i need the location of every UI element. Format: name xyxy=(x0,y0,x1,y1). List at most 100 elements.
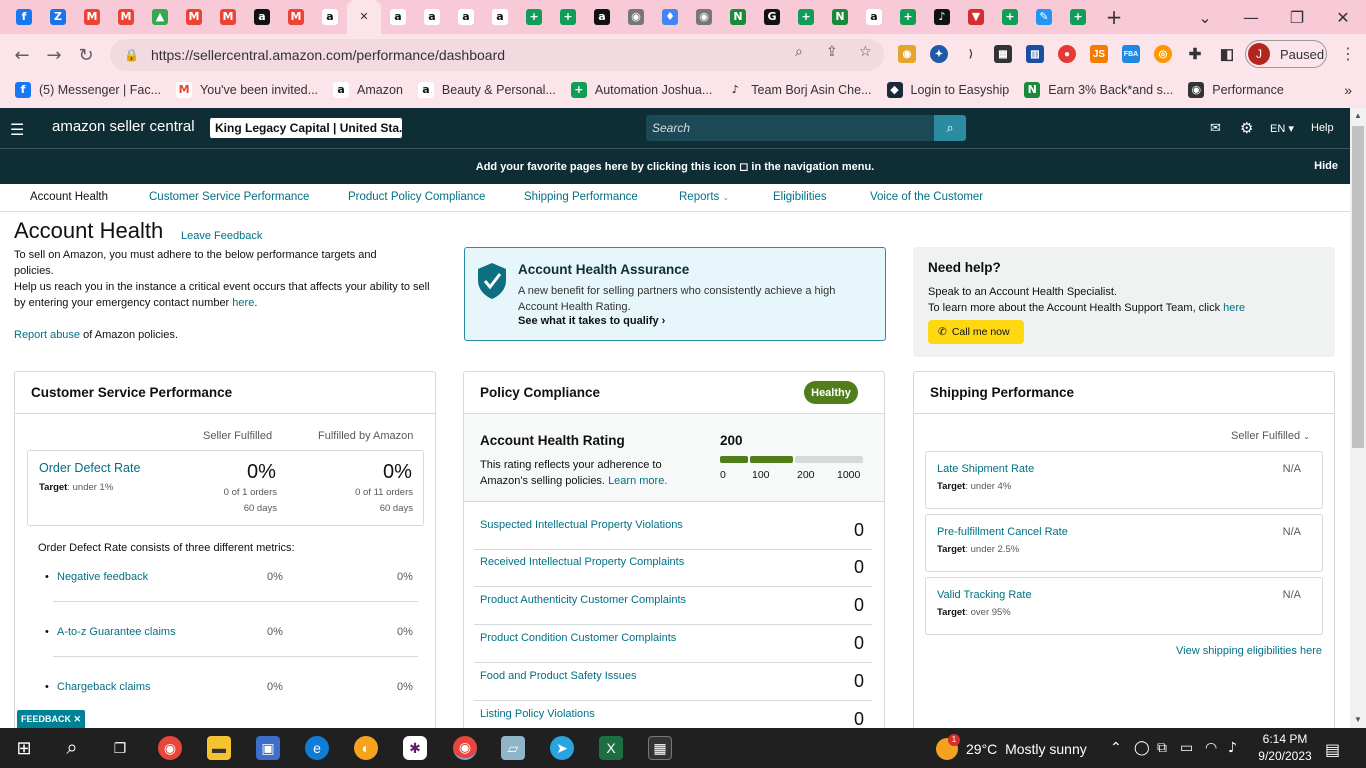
chrome-icon[interactable]: ◉ xyxy=(158,736,182,760)
zoom-icon[interactable]: ⌕ xyxy=(795,44,803,60)
browser-tab[interactable]: a xyxy=(415,0,449,34)
help-here-link[interactable]: here xyxy=(1223,302,1245,314)
leave-feedback-link[interactable]: Leave Feedback xyxy=(181,230,262,242)
feedback-tab[interactable]: FEEDBACK ✕ xyxy=(17,710,85,728)
browser-tab[interactable]: ◉ xyxy=(687,0,721,34)
shipping-metric-link[interactable]: Valid Tracking Rate xyxy=(937,589,1032,601)
page-scrollbar[interactable]: ▲ ▼ xyxy=(1350,108,1366,728)
extension-icon[interactable]: ● xyxy=(1058,45,1076,63)
chrome-profile-icon[interactable]: ◉ xyxy=(453,736,477,760)
call-me-now-button[interactable]: ✆ Call me now xyxy=(928,320,1024,344)
side-panel-icon[interactable]: ◧ xyxy=(1218,45,1236,63)
taskbar-clock[interactable]: 6:14 PM 9/20/2023 xyxy=(1255,731,1315,765)
tray-icon[interactable]: ⧉ xyxy=(1157,740,1167,756)
report-abuse-link[interactable]: Report abuse xyxy=(14,329,80,341)
bookmark-item[interactable]: M You've been invited... xyxy=(176,82,318,98)
extension-icon[interactable]: JS xyxy=(1090,45,1108,63)
address-bar[interactable]: 🔒 https://sellercentral.amazon.com/perfo… xyxy=(110,39,884,71)
extension-icon[interactable]: ▦ xyxy=(994,45,1012,63)
store-selector[interactable]: King Legacy Capital | United Sta... xyxy=(210,118,402,138)
task-view-icon[interactable]: ❐ xyxy=(108,736,132,760)
browser-tab[interactable]: a xyxy=(313,0,347,34)
vpn-icon[interactable]: ◐ xyxy=(354,736,378,760)
browser-tab[interactable]: ✕ xyxy=(347,0,381,34)
metric-atoz-link[interactable]: A-to-z Guarantee claims xyxy=(45,626,176,638)
subnav-customer-service[interactable]: Customer Service Performance xyxy=(149,191,309,203)
scroll-up-icon[interactable]: ▲ xyxy=(1350,108,1366,124)
bookmark-star-icon[interactable]: ☆ xyxy=(859,44,872,60)
weather-widget[interactable]: 1 29°C Mostly sunny xyxy=(936,734,1087,760)
browser-tab[interactable]: G xyxy=(755,0,789,34)
minimize-button[interactable]: — xyxy=(1228,0,1274,34)
aha-qualify-link[interactable]: See what it takes to qualify › xyxy=(518,315,665,327)
puzzle-icon[interactable]: ✚ xyxy=(1186,45,1204,63)
help-link[interactable]: Help xyxy=(1311,122,1334,134)
bookmark-item[interactable]: a Beauty & Personal... xyxy=(417,82,556,98)
browser-tab[interactable]: a xyxy=(245,0,279,34)
learn-more-link[interactable]: Learn more. xyxy=(608,475,667,487)
subnav-voice-of-customer[interactable]: Voice of the Customer xyxy=(870,191,983,203)
excel-icon[interactable]: X xyxy=(599,736,623,760)
browser-tab[interactable]: N xyxy=(721,0,755,34)
view-shipping-eligibilities-link[interactable]: View shipping eligibilities here xyxy=(1176,645,1322,657)
browser-tab[interactable]: N xyxy=(823,0,857,34)
search-input[interactable]: Search xyxy=(646,115,934,141)
gear-icon[interactable]: ⚙ xyxy=(1240,119,1253,137)
browser-tab[interactable]: M xyxy=(75,0,109,34)
browser-tab[interactable]: + xyxy=(1061,0,1095,34)
browser-tab[interactable]: a xyxy=(449,0,483,34)
extension-icon[interactable]: ✦ xyxy=(930,45,948,63)
tray-icon[interactable]: ◯ xyxy=(1134,740,1150,756)
shipping-metric-link[interactable]: Late Shipment Rate xyxy=(937,463,1034,475)
emergency-contact-link[interactable]: here xyxy=(232,297,254,309)
shipping-metric-link[interactable]: Pre-fulfillment Cancel Rate xyxy=(937,526,1068,538)
forward-button[interactable]: → xyxy=(38,39,70,71)
bookmark-item[interactable]: ◉ Performance xyxy=(1188,82,1284,98)
extension-icon[interactable]: ▥ xyxy=(1026,45,1044,63)
new-tab-button[interactable]: + xyxy=(1095,0,1133,34)
policy-row-link[interactable]: Listing Policy Violations xyxy=(480,708,595,720)
browser-tab[interactable]: ✎ xyxy=(1027,0,1061,34)
chevron-up-icon[interactable]: ⌃ xyxy=(1110,740,1122,756)
bookmark-item[interactable]: + Automation Joshua... xyxy=(570,82,712,98)
close-window-button[interactable]: ✕ xyxy=(1320,0,1366,34)
notifications-icon[interactable]: ▤ xyxy=(1325,740,1340,759)
browser-tab[interactable]: ♦ xyxy=(653,0,687,34)
scroll-down-icon[interactable]: ▼ xyxy=(1350,712,1366,728)
browser-tab[interactable]: + xyxy=(789,0,823,34)
back-button[interactable]: ← xyxy=(6,39,38,71)
restore-button[interactable]: ❐ xyxy=(1274,0,1320,34)
browser-tab[interactable]: a xyxy=(483,0,517,34)
share-icon[interactable]: ⇪ xyxy=(826,44,838,60)
windows-start-icon[interactable]: ⊞ xyxy=(12,736,36,760)
bookmark-item[interactable]: a Amazon xyxy=(333,82,403,98)
search-icon[interactable]: ⌕ xyxy=(60,736,84,760)
subnav-product-policy[interactable]: Product Policy Compliance xyxy=(348,191,485,203)
browser-tab[interactable]: a xyxy=(857,0,891,34)
scrollbar-thumb[interactable] xyxy=(1352,126,1364,448)
subnav-shipping[interactable]: Shipping Performance xyxy=(524,191,638,203)
browser-tab[interactable]: M xyxy=(279,0,313,34)
fulfillment-filter-dropdown[interactable]: Seller Fulfilled ⌄ xyxy=(1231,430,1310,442)
policy-row-link[interactable]: Product Authenticity Customer Complaints xyxy=(480,594,686,606)
language-selector[interactable]: EN ▾ xyxy=(1270,122,1294,135)
volume-icon[interactable]: ♪ xyxy=(1228,740,1237,756)
browser-tab[interactable]: a xyxy=(381,0,415,34)
odr-title-link[interactable]: Order Defect Rate xyxy=(39,461,140,475)
file-explorer-icon[interactable]: ▬ xyxy=(207,736,231,760)
policy-row-link[interactable]: Product Condition Customer Complaints xyxy=(480,632,676,644)
bookmark-item[interactable]: ◆ Login to Easyship xyxy=(886,82,1009,98)
bookmark-item[interactable]: ♪ Team Borj Asin Che... xyxy=(727,82,872,98)
reload-button[interactable]: ↻ xyxy=(70,39,102,71)
browser-tab[interactable]: ▲ xyxy=(143,0,177,34)
browser-tab[interactable]: ▼ xyxy=(959,0,993,34)
browser-tab[interactable]: M xyxy=(109,0,143,34)
telegram-icon[interactable]: ➤ xyxy=(550,736,574,760)
subnav-reports[interactable]: Reports ⌄ xyxy=(679,191,729,203)
mail-icon[interactable]: ✉ xyxy=(1210,120,1221,136)
extension-icon[interactable]: ⟩ xyxy=(962,45,980,63)
policy-row-link[interactable]: Food and Product Safety Issues xyxy=(480,670,637,682)
slack-icon[interactable]: ✱ xyxy=(403,736,427,760)
subnav-account-health[interactable]: Account Health xyxy=(30,191,108,203)
metric-negative-feedback-link[interactable]: Negative feedback xyxy=(45,571,148,583)
